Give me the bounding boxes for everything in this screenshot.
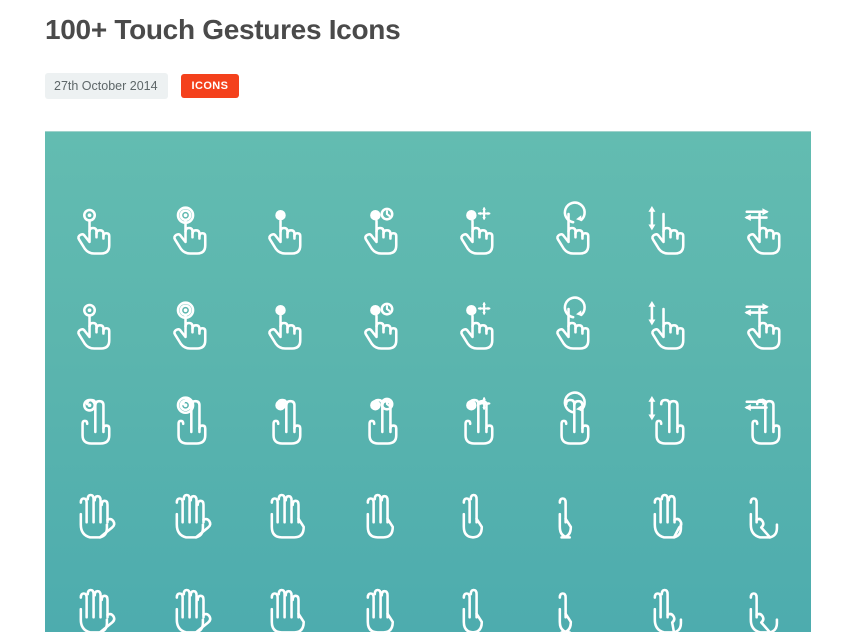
swipe-horizontal-icon[interactable] bbox=[715, 275, 811, 370]
blog-post-page: 100+ Touch Gestures Icons 27th October 2… bbox=[0, 0, 850, 632]
hand-four-finger-no-thumb-icon[interactable] bbox=[237, 560, 333, 632]
hand-five-finger-icon[interactable] bbox=[45, 560, 141, 632]
swipe-vertical-icon[interactable] bbox=[620, 180, 716, 275]
hand-three-finger-no-thumb-icon[interactable] bbox=[332, 560, 428, 632]
hand-two-finger-no-thumb-icon[interactable] bbox=[428, 560, 524, 632]
hand-one-finger-no-thumb-icon[interactable] bbox=[524, 560, 620, 632]
icon-grid bbox=[45, 132, 811, 632]
rotate-icon[interactable] bbox=[524, 275, 620, 370]
two-finger-drag-icon[interactable] bbox=[428, 370, 524, 465]
two-finger-press-icon[interactable] bbox=[237, 370, 333, 465]
two-finger-swipe-horizontal-icon[interactable] bbox=[715, 370, 811, 465]
hand-five-finger-icon[interactable] bbox=[45, 465, 141, 560]
post-date-badge: 27th October 2014 bbox=[45, 73, 168, 99]
press-hold-icon[interactable] bbox=[332, 275, 428, 370]
page-title: 100+ Touch Gestures Icons bbox=[45, 14, 401, 45]
press-icon[interactable] bbox=[237, 180, 333, 275]
post-meta-row: 27th October 2014 ICONS bbox=[45, 73, 240, 99]
tap-icon[interactable] bbox=[45, 275, 141, 370]
press-hold-icon[interactable] bbox=[332, 180, 428, 275]
swipe-horizontal-icon[interactable] bbox=[715, 180, 811, 275]
hand-four-finger-icon[interactable] bbox=[141, 560, 237, 632]
double-tap-icon[interactable] bbox=[141, 180, 237, 275]
two-finger-tap-icon[interactable] bbox=[45, 370, 141, 465]
drag-icon[interactable] bbox=[428, 180, 524, 275]
drag-icon[interactable] bbox=[428, 275, 524, 370]
hand-three-finger-thumb-icon[interactable] bbox=[620, 465, 716, 560]
category-tag-icons[interactable]: ICONS bbox=[180, 74, 240, 98]
hand-three-finger-no-thumb-icon[interactable] bbox=[332, 465, 428, 560]
tap-icon[interactable] bbox=[45, 180, 141, 275]
two-finger-swipe-vertical-icon[interactable] bbox=[620, 370, 716, 465]
icon-showcase-panel bbox=[45, 131, 811, 632]
hand-one-finger-thumb-icon[interactable] bbox=[715, 560, 811, 632]
hand-one-finger-no-thumb-icon[interactable] bbox=[524, 465, 620, 560]
double-tap-icon[interactable] bbox=[141, 275, 237, 370]
two-finger-rotate-icon[interactable] bbox=[524, 370, 620, 465]
hand-four-finger-icon[interactable] bbox=[141, 465, 237, 560]
press-icon[interactable] bbox=[237, 275, 333, 370]
two-finger-double-tap-icon[interactable] bbox=[141, 370, 237, 465]
hand-two-finger-thumb-icon[interactable] bbox=[620, 560, 716, 632]
two-finger-press-hold-icon[interactable] bbox=[332, 370, 428, 465]
hand-four-finger-no-thumb-icon[interactable] bbox=[237, 465, 333, 560]
rotate-icon[interactable] bbox=[524, 180, 620, 275]
hand-one-finger-thumb-icon[interactable] bbox=[715, 465, 811, 560]
hand-two-finger-no-thumb-icon[interactable] bbox=[428, 465, 524, 560]
swipe-vertical-icon[interactable] bbox=[620, 275, 716, 370]
